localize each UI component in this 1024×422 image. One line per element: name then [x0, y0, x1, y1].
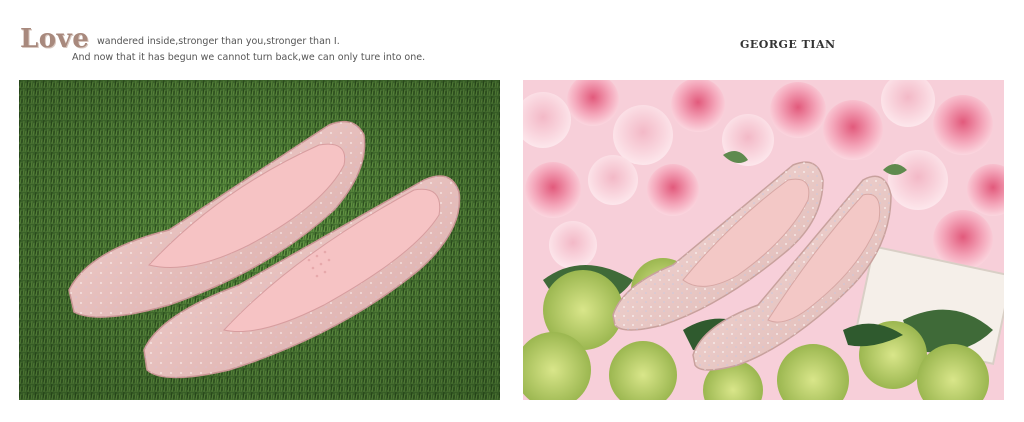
photo-shoes-on-grass — [19, 80, 500, 400]
tagline-line-2: And now that it has begun we cannot turn… — [72, 52, 426, 63]
shoes-on-grass-image — [19, 80, 500, 400]
photo-shoes-among-flowers — [523, 80, 1004, 400]
page-title: Love — [20, 24, 90, 54]
shoes-among-flowers-image — [523, 80, 1004, 400]
tagline-line-1: wandered inside,stronger than you,strong… — [97, 36, 340, 47]
brand-logo: GEORGE TIAN — [740, 38, 836, 51]
brand-logo-text: GEORGE TIAN — [740, 38, 836, 51]
